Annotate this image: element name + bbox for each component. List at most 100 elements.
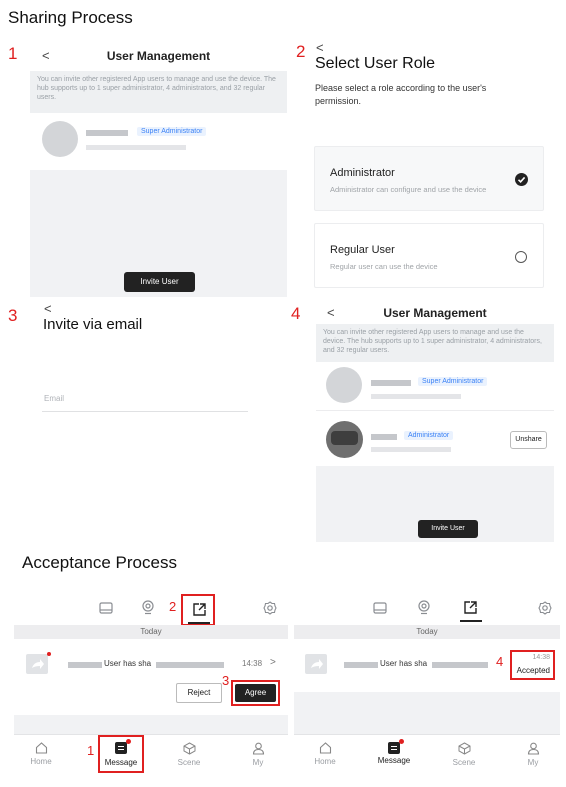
nav-item-home[interactable]: Home [310, 742, 340, 766]
message-screen-right: Today User has sha 4 14:38 Accepted Home… [294, 592, 560, 780]
info-banner: You can invite other registered App user… [30, 71, 287, 113]
nav-label: Message [377, 756, 411, 765]
acceptance-process-title: Acceptance Process [22, 553, 177, 572]
row-divider [316, 410, 554, 411]
blurred-username [86, 130, 128, 136]
message-time: 14:38 [242, 659, 263, 668]
check-filled-icon [515, 173, 528, 186]
share-icon [464, 601, 477, 614]
nav-label: Scene [452, 758, 476, 767]
gear-icon[interactable] [537, 601, 553, 618]
role-badge: Administrator [404, 431, 454, 440]
nav-divider [294, 734, 560, 735]
user-icon [243, 742, 273, 758]
nav-item-message[interactable]: Message [372, 739, 416, 765]
reject-button[interactable]: Reject [176, 683, 222, 703]
role-description: Regular user can use the device [330, 262, 438, 271]
page-title: Select User Role [315, 55, 436, 72]
role-badge: Super Administrator [137, 127, 207, 136]
camera-icon[interactable] [416, 600, 432, 618]
date-separator: Today [294, 625, 560, 639]
radio-empty-icon [515, 251, 527, 263]
share-icon [193, 603, 206, 616]
email-field[interactable]: Email [44, 394, 64, 403]
agree-button-highlight: Agree [231, 680, 280, 706]
message-screen-left: 2 Today User has sha 14:38 > Reject 3 Ag… [14, 592, 288, 780]
invite-user-button[interactable]: Invite User [124, 272, 195, 292]
home-icon [310, 742, 340, 757]
scene-icon [449, 742, 479, 758]
nav-item-my[interactable]: My [243, 742, 273, 767]
avatar [326, 421, 363, 458]
blurred-email [86, 145, 186, 150]
avatar [42, 121, 78, 157]
role-title: Administrator [330, 167, 395, 179]
blurred-username [68, 662, 102, 668]
panel-title: User Management [106, 49, 211, 63]
nav-item-my[interactable]: My [518, 742, 548, 767]
device-icon[interactable] [98, 602, 114, 617]
role-title: Regular User [330, 244, 395, 256]
invite-user-button[interactable]: Invite User [418, 520, 478, 538]
blurred-username [344, 662, 378, 668]
user-management-panel-shared: < User Management You can invite other r… [316, 300, 554, 542]
step-number-4: 4 [496, 654, 504, 669]
blurred-email [371, 447, 451, 452]
avatar [326, 367, 362, 403]
step-number-2: 2 [296, 42, 306, 61]
nav-item-scene[interactable]: Scene [174, 742, 204, 767]
blurred-message [156, 662, 224, 668]
share-message-icon [305, 654, 327, 674]
active-tab-indicator [460, 620, 482, 622]
email-underline [42, 411, 248, 412]
blurred-email [371, 394, 461, 399]
gear-icon[interactable] [262, 601, 278, 618]
panel-title: User Management [383, 306, 487, 320]
nav-label: Home [30, 757, 52, 766]
chevron-right-icon[interactable]: > [270, 657, 276, 668]
tab-share[interactable] [459, 596, 483, 624]
blurred-username [371, 434, 397, 440]
step-number-1: 1 [8, 44, 18, 63]
nav-label: Message [104, 758, 138, 767]
empty-area [14, 715, 288, 734]
page-subtitle: Please select a role according to the us… [315, 83, 487, 106]
agree-button[interactable]: Agree [235, 684, 276, 702]
scene-icon [174, 742, 204, 758]
unread-dot [47, 652, 51, 656]
nav-item-message[interactable]: Message [98, 735, 144, 773]
role-badge: Super Administrator [418, 377, 488, 386]
unshare-button[interactable]: Unshare [510, 431, 547, 449]
user-icon [518, 742, 548, 758]
notification-dot [399, 739, 404, 744]
step-number-2: 2 [169, 599, 177, 614]
nav-label: My [527, 758, 539, 767]
step-number-3: 3 [222, 673, 230, 688]
accepted-status-highlight: 14:38 Accepted [510, 650, 555, 680]
invite-via-email-panel: < Invite via email Email [42, 300, 292, 420]
share-message-icon [26, 654, 48, 674]
back-arrow-icon[interactable]: < [44, 301, 52, 316]
page-title: Invite via email [43, 316, 143, 333]
role-description: Administrator can configure and use the … [330, 185, 487, 194]
message-icon [388, 742, 400, 754]
active-tab-indicator [188, 622, 210, 624]
blurred-username [371, 380, 411, 386]
home-icon [26, 742, 56, 757]
tab-share[interactable] [181, 594, 215, 626]
empty-area [294, 692, 560, 734]
notification-dot [126, 739, 131, 744]
back-arrow-icon[interactable]: < [316, 40, 324, 55]
user-management-panel: < User Management You can invite other r… [30, 42, 287, 297]
role-option-regular-user[interactable]: Regular User Regular user can use the de… [314, 223, 544, 288]
camera-icon[interactable] [140, 600, 156, 618]
nav-item-scene[interactable]: Scene [449, 742, 479, 767]
device-icon[interactable] [372, 602, 388, 617]
role-option-administrator[interactable]: Administrator Administrator can configur… [314, 146, 544, 211]
step-number-3: 3 [8, 306, 18, 325]
nav-item-home[interactable]: Home [26, 742, 56, 766]
nav-label: My [252, 758, 264, 767]
message-icon [115, 742, 127, 754]
select-user-role-panel: < Select User Role Please select a role … [314, 40, 550, 290]
blurred-message [432, 662, 488, 668]
